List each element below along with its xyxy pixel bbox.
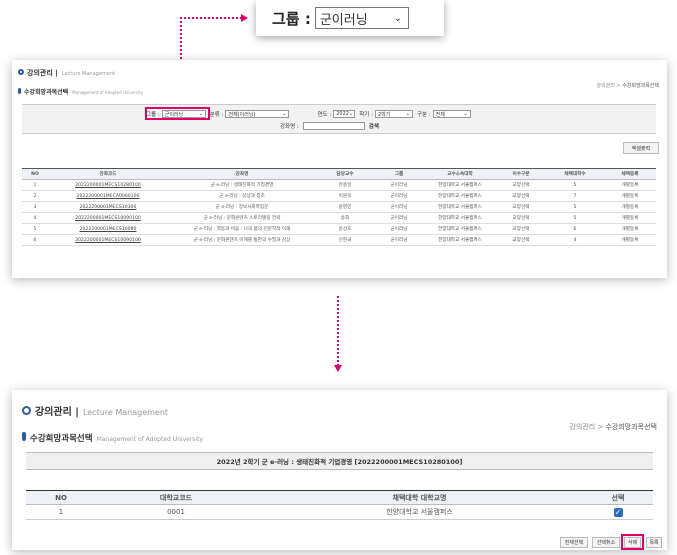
table-row[interactable]: 1 2022200001MECS10280100 군 e-러닝 : 생태친화적 … <box>22 179 656 191</box>
delete-button-highlight <box>621 534 644 550</box>
group-select-highlight <box>145 107 210 120</box>
breadcrumb: 강의관리 > 수강희망과목선택 <box>569 422 657 432</box>
arrow-right-icon <box>241 14 248 22</box>
circle-icon <box>18 69 24 75</box>
breadcrumb-current: 수강희망과목선택 <box>605 423 657 431</box>
col-course-name: 강좌명 <box>168 168 316 180</box>
course-code-link[interactable]: 2022200001MECA0060100 <box>48 190 168 202</box>
breadcrumb-root[interactable]: 강의관리 > <box>569 423 603 431</box>
col-university-code: 대학교코드 <box>96 490 256 505</box>
year-select[interactable]: 2022 ⌄ <box>333 110 356 118</box>
course-name-input[interactable] <box>302 122 365 130</box>
circle-icon <box>22 406 31 415</box>
select-all-button[interactable]: 전체선택 <box>560 537 588 548</box>
select-checkbox[interactable]: ✓ <box>613 507 623 517</box>
connector-line <box>180 17 242 19</box>
field-select[interactable]: 전체(이러닝) ⌄ <box>225 110 290 118</box>
table-header-row: NO 강좌코드 강좌명 담당교수 그룹 교수소속대학 이수구분 채택대학수 채택… <box>22 168 656 180</box>
subtitle: 수강희망과목선택 <box>24 89 69 96</box>
table-row[interactable]: 2 2022200001MECA0060100 군 e-러닝 : 상상과 창조 … <box>22 190 656 202</box>
breadcrumb: 강의관리 > 수강희망과목선택 <box>596 82 659 89</box>
page-title: 강의관리 | <box>27 69 58 77</box>
table-header-row: NO 대학교코드 채택대학 대학교명 선택 <box>26 490 653 505</box>
col-course-code: 강좌코드 <box>48 168 168 180</box>
course-code-link[interactable]: 2022200001MECS10090100 <box>48 234 168 246</box>
deselect-all-button[interactable]: 선택취소 <box>592 537 620 548</box>
col-registration: 채택등록 <box>604 168 656 180</box>
adopted-university-table: NO 대학교코드 채택대학 대학교명 선택 1 0001 한양대학교 서울캠퍼스… <box>26 490 653 520</box>
zoom-group-label: 그룹 : <box>272 9 311 28</box>
col-no: NO <box>26 490 96 505</box>
bullet-icon <box>22 432 26 441</box>
col-university: 교수소속대학 <box>424 168 496 180</box>
lecture-table: NO 강좌코드 강좌명 담당교수 그룹 교수소속대학 이수구분 채택대학수 채택… <box>22 168 656 246</box>
page-title-en: Lecture Management <box>61 71 115 77</box>
search-button[interactable]: 검색 <box>369 122 379 130</box>
page-title: 강의관리 | <box>35 407 79 418</box>
connector-line <box>337 296 339 366</box>
filter-bar: 그룹 : 군이러닝 ⌄ 분류 : 전체(이러닝) ⌄ 연도 : 2022 ⌄ 학기 :… <box>22 104 656 134</box>
course-code-link[interactable]: 2022200001MECS10300 <box>48 201 168 213</box>
col-adopted-count: 채택대학수 <box>546 168 604 180</box>
col-no: NO <box>22 168 48 180</box>
col-professor: 담당교수 <box>316 168 374 180</box>
table-row[interactable]: 3 2022200001MECS10300 군 e-러닝 : 정보사회학입문 윤… <box>22 201 656 213</box>
subtitle: 수강희망과목선택 <box>30 434 93 444</box>
excel-export-button[interactable]: 엑셀출력 <box>623 142 659 154</box>
field-label: 분류 : <box>209 112 224 118</box>
year-label: 연도 : <box>317 112 332 118</box>
course-name-label: 강좌명 : <box>280 124 299 130</box>
term-label: 학기 : <box>359 112 373 118</box>
type-select[interactable]: 전체 ⌄ <box>432 110 471 118</box>
type-label: 구분 : <box>416 112 431 118</box>
table-row[interactable]: 4 2022200001MECS10090100 군 e-러닝 : 문화콘텐츠 … <box>22 212 656 224</box>
zoom-group-select[interactable]: 군이러닝 ⌄ <box>314 7 409 29</box>
table-row[interactable]: 1 0001 한양대학교 서울캠퍼스 ✓ <box>26 504 653 520</box>
course-code-link[interactable]: 2022200001MECS10090100 <box>48 212 168 224</box>
adopted-university-panel: 강의관리 | Lecture Management 수강희망과목선택 Manag… <box>12 390 667 550</box>
selected-course-heading: 2022년 2학기 군 e-러닝 : 생태친화적 기업경영 [202220000… <box>26 452 653 470</box>
zoom-group-value: 군이러닝 <box>319 12 368 28</box>
list-button[interactable]: 목록 <box>646 537 662 548</box>
col-course-type: 이수구분 <box>496 168 546 180</box>
bullet-icon <box>18 88 21 94</box>
col-university-name: 채택대학 대학교명 <box>256 490 583 505</box>
chevron-down-icon: ⌄ <box>348 111 354 117</box>
chevron-down-icon: ⌄ <box>282 111 287 117</box>
lecture-list-panel: 강의관리 | Lecture Management 수강희망과목선택 Manag… <box>12 60 667 278</box>
zoom-callout: 그룹 : 군이러닝 ⌄ <box>256 0 444 36</box>
chevron-down-icon: ⌄ <box>393 12 402 24</box>
table-row[interactable]: 6 2022200001MECS10090100 군 e-러닝 : 문화콘텐츠 … <box>22 234 656 246</box>
subtitle-en: Management of Adopted University <box>72 90 144 95</box>
subtitle-en: Management of Adopted University <box>96 436 203 443</box>
course-code-link[interactable]: 2022200001MECS10080 <box>48 223 168 235</box>
chevron-down-icon: ⌄ <box>405 111 410 117</box>
page-title-en: Lecture Management <box>82 408 169 417</box>
col-group: 그룹 <box>374 168 424 180</box>
chevron-down-icon: ⌄ <box>463 111 468 117</box>
term-select[interactable]: 2학기 ⌄ <box>374 110 413 118</box>
breadcrumb-current: 수강희망과목선택 <box>622 83 659 89</box>
arrow-down-icon <box>334 365 342 372</box>
table-row[interactable]: 5 2022200001MECS10080 군 e-러닝 : 역동과 비움 : … <box>22 223 656 235</box>
breadcrumb-root[interactable]: 강의관리 > <box>596 83 620 89</box>
course-code-link[interactable]: 2022200001MECS10280100 <box>48 179 168 191</box>
col-select: 선택 <box>583 490 653 505</box>
